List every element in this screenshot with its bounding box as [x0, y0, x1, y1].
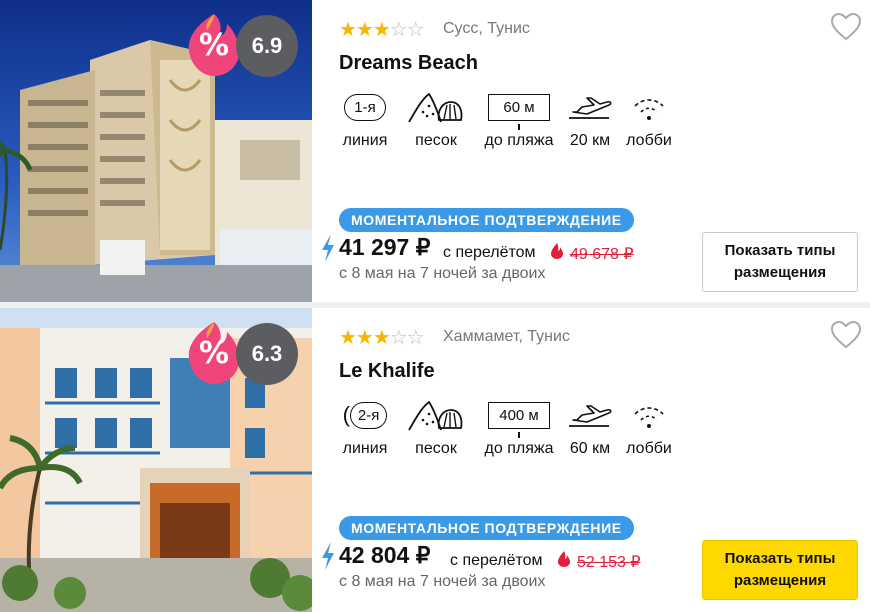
hotel-location: Сусс, Тунис	[443, 20, 530, 37]
sand-shell-icon	[408, 92, 463, 123]
sand-shell-icon	[408, 400, 463, 431]
beach-type-label: песок	[415, 440, 457, 457]
price: 41 297 ₽	[339, 234, 431, 260]
price-note: с перелётом	[443, 244, 536, 261]
lightning-icon	[322, 542, 334, 570]
beach-distance-value: 400 м	[488, 401, 550, 429]
feature-beach-line: 1-я линия	[339, 90, 391, 160]
airplane-icon	[569, 97, 612, 119]
airport-distance-label: 20 км	[569, 132, 611, 149]
star-rating: ★★★☆☆	[339, 325, 425, 350]
feature-beach-distance: 400 м до пляжа	[479, 398, 559, 468]
star-rating: ★★★☆☆	[339, 17, 425, 42]
star-empty-icon: ☆☆	[389, 19, 425, 41]
star-icon: ★★★	[339, 327, 391, 349]
fire-icon	[551, 243, 563, 259]
trip-dates: с 8 мая на 7 ночей за двоих	[339, 265, 546, 282]
star-icon: ★★★	[339, 19, 391, 41]
hotel-features: 1-я линия песок 60 м до пляжа 20 км лобб…	[339, 90, 799, 160]
beach-distance-label: до пляжа	[484, 132, 554, 149]
beach-line-label: линия	[342, 132, 388, 149]
signpost-leg	[518, 432, 520, 438]
button-label-line2: размещения	[733, 264, 827, 281]
beach-type-label: песок	[415, 132, 457, 149]
airport-distance-label: 60 км	[569, 440, 611, 457]
feature-beach-type: песок	[407, 90, 465, 160]
hotel-features: ( 2-я линия песок 400 м до пляжа 60 км л…	[339, 398, 799, 468]
star-empty-icon: ☆☆	[389, 327, 425, 349]
hotel-info: ★★★☆☆ Сусс, Тунис Dreams Beach 1-я линия	[312, 0, 870, 302]
beach-distance-value: 60 м	[488, 93, 550, 121]
instant-confirmation-badge: МОМЕНТАЛЬНОЕ ПОДТВЕРЖДЕНИЕ	[339, 208, 634, 232]
beach-line-value: 1-я	[344, 93, 386, 121]
beach-distance-label: до пляжа	[484, 440, 554, 457]
rating-badge: 6.3	[236, 323, 298, 385]
beach-line-value: 2-я	[349, 401, 388, 429]
feature-airport: 60 км	[565, 398, 615, 468]
wifi-label: лобби	[626, 440, 672, 457]
show-room-types-button[interactable]: Показать типы размещения	[702, 232, 858, 292]
beach-line-label: линия	[342, 440, 388, 457]
trip-dates: с 8 мая на 7 ночей за двоих	[339, 573, 546, 590]
price-note: с перелётом	[450, 552, 543, 569]
feature-beach-type: песок	[407, 398, 465, 468]
wifi-icon	[634, 99, 664, 120]
hotel-name[interactable]: Dreams Beach	[339, 52, 478, 75]
feature-beach-line: ( 2-я линия	[339, 398, 391, 468]
hotel-card[interactable]: % 6.3 ★★★☆☆ Хаммамет, Тунис Le Khalife (…	[0, 308, 870, 612]
signpost-leg	[518, 124, 520, 130]
wifi-label: лобби	[626, 132, 672, 149]
button-label-line2: размещения	[733, 572, 827, 589]
hotel-card[interactable]: % 6.9 ★★★☆☆ Сусс, Тунис Dreams Beach 1-я…	[0, 0, 870, 302]
old-price: 52 153 ₽	[577, 554, 641, 571]
rating-badge: 6.9	[236, 15, 298, 77]
fire-icon	[558, 551, 570, 567]
lightning-icon	[322, 234, 334, 262]
hotel-info: ★★★☆☆ Хаммамет, Тунис Le Khalife ( 2-я л…	[312, 308, 870, 612]
price: 42 804 ₽	[339, 542, 431, 568]
instant-confirmation-badge: МОМЕНТАЛЬНОЕ ПОДТВЕРЖДЕНИЕ	[339, 516, 634, 540]
feature-airport: 20 км	[565, 90, 615, 160]
button-label-line1: Показать типы	[724, 550, 836, 568]
wifi-icon	[634, 407, 664, 428]
heart-icon[interactable]	[830, 12, 862, 42]
show-room-types-button[interactable]: Показать типы размещения	[702, 540, 858, 600]
wave-icon: (	[342, 402, 350, 427]
feature-wifi: лобби	[621, 90, 677, 160]
old-price: 49 678 ₽	[570, 246, 634, 263]
hotel-location: Хаммамет, Тунис	[443, 328, 570, 345]
button-label-line1: Показать типы	[724, 242, 836, 260]
heart-icon[interactable]	[830, 320, 862, 350]
airplane-icon	[569, 405, 612, 427]
hotel-name[interactable]: Le Khalife	[339, 360, 435, 383]
feature-wifi: лобби	[621, 398, 677, 468]
feature-beach-distance: 60 м до пляжа	[479, 90, 559, 160]
